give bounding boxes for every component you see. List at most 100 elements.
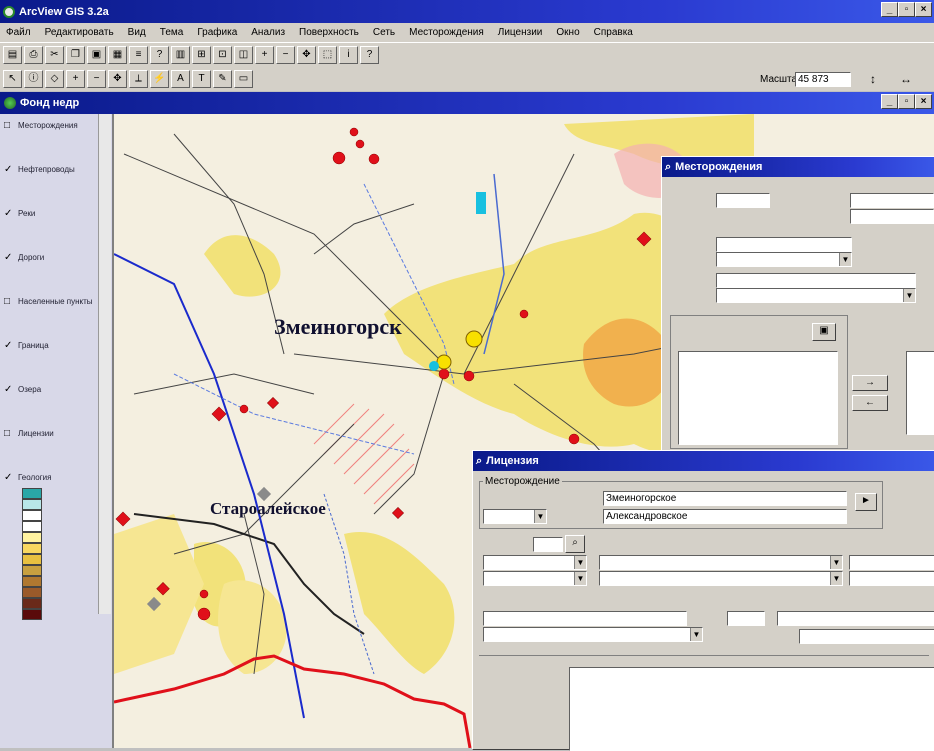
checkbox-unchecked-icon[interactable]: □ xyxy=(4,296,14,307)
toc-layer-item[interactable]: ✓ Реки xyxy=(4,208,35,219)
print-icon[interactable]: ⎙ xyxy=(24,46,43,64)
license-date-field[interactable] xyxy=(727,611,765,626)
deposit-name-field-2[interactable] xyxy=(850,209,934,224)
view-minimize-button[interactable]: _ xyxy=(881,94,898,109)
license-owner-field[interactable]: ▼ xyxy=(599,555,843,570)
deposit-type-field-2[interactable]: ▼ xyxy=(716,252,852,267)
deposit-type-field[interactable] xyxy=(716,237,852,252)
license-number-field[interactable] xyxy=(533,537,563,552)
pan-icon[interactable]: ✥ xyxy=(108,70,127,88)
cut-icon[interactable]: ✂ xyxy=(45,46,64,64)
maximize-button[interactable]: ▫ xyxy=(898,2,915,17)
info-icon[interactable]: i xyxy=(339,46,358,64)
paste-icon[interactable]: ▣ xyxy=(87,46,106,64)
text-icon[interactable]: T xyxy=(192,70,211,88)
menu-bar: Файл Редактировать Вид Тема Графика Анализ Пов… xyxy=(0,23,934,42)
close-button[interactable]: × xyxy=(915,2,932,17)
zoom-out-icon[interactable]: − xyxy=(276,46,295,64)
toc-layer-item[interactable]: □ Лицензии xyxy=(4,428,54,439)
menu-item[interactable]: Тема xyxy=(160,27,184,38)
deposit-code-field[interactable] xyxy=(716,193,770,208)
license-browse-button[interactable]: ► xyxy=(855,493,877,511)
zoom-out-icon[interactable]: − xyxy=(87,70,106,88)
license-org-field[interactable] xyxy=(483,611,687,626)
toc-layer-item[interactable]: ✓ Дороги xyxy=(4,252,44,263)
license-series-field[interactable]: ▼ xyxy=(483,555,587,570)
view-maximize-button[interactable]: ▫ xyxy=(898,94,915,109)
move-left-button[interactable]: ← xyxy=(852,395,888,411)
license-reserves-table[interactable] xyxy=(569,667,934,751)
deposit-owner-field-2[interactable]: ▼ xyxy=(716,288,916,303)
legend-icon[interactable]: ≡ xyxy=(129,46,148,64)
vertex-icon[interactable]: ◇ xyxy=(45,70,64,88)
toc-scrollbar[interactable] xyxy=(98,114,111,614)
license-date-field-2[interactable] xyxy=(777,611,934,626)
license-search-button[interactable]: ⌕ xyxy=(565,535,585,553)
toc-layer-item[interactable]: □ Месторождения xyxy=(4,120,78,131)
label-icon[interactable]: A xyxy=(171,70,190,88)
selected-objects-list[interactable] xyxy=(906,351,934,435)
checkbox-checked-icon[interactable]: ✓ xyxy=(4,208,14,219)
menu-item[interactable]: Справка xyxy=(594,27,633,38)
toc-layer-item[interactable]: ✓ Геология xyxy=(4,472,51,483)
scale-field[interactable]: 45 873 xyxy=(795,72,851,87)
license-code-field[interactable]: ▼ xyxy=(483,509,547,524)
deposit-name-field[interactable] xyxy=(850,193,934,208)
license-status-field[interactable] xyxy=(849,555,934,570)
toc-layer-item[interactable]: □ Населенные пункты xyxy=(4,296,93,307)
checkbox-checked-icon[interactable]: ✓ xyxy=(4,164,14,175)
zoom-theme-icon[interactable]: ⊡ xyxy=(213,46,232,64)
query-icon[interactable]: ? xyxy=(150,46,169,64)
license-deposit-group-label: Месторождение xyxy=(483,476,562,487)
select-feature-icon[interactable]: ▭ xyxy=(234,70,253,88)
chart-icon[interactable]: ▥ xyxy=(171,46,190,64)
table-icon[interactable]: ▦ xyxy=(108,46,127,64)
zoom-in-icon[interactable]: + xyxy=(66,70,85,88)
menu-item[interactable]: Окно xyxy=(556,27,579,38)
license-owner-field-2[interactable]: ▼ xyxy=(599,571,843,586)
copy-icon[interactable]: ❐ xyxy=(66,46,85,64)
menu-item[interactable]: Поверхность xyxy=(299,27,359,38)
identify-icon[interactable]: ⓘ xyxy=(24,70,43,88)
help-icon[interactable]: ? xyxy=(360,46,379,64)
menu-item[interactable]: Месторождения xyxy=(409,27,484,38)
deposit-owner-field[interactable] xyxy=(716,273,916,288)
license-org-field-2[interactable]: ▼ xyxy=(483,627,703,642)
zoom-in-icon[interactable]: + xyxy=(255,46,274,64)
zoom-extent-icon[interactable]: ⊞ xyxy=(192,46,211,64)
pointer-icon[interactable]: ↖ xyxy=(3,70,22,88)
deposit-add-button[interactable]: ▣ xyxy=(812,323,836,341)
toc-layer-item[interactable]: ✓ Озера xyxy=(4,384,41,395)
menu-item[interactable]: Лицензии xyxy=(498,27,543,38)
pan-icon[interactable]: ✥ xyxy=(297,46,316,64)
checkbox-checked-icon[interactable]: ✓ xyxy=(4,472,14,483)
checkbox-checked-icon[interactable]: ✓ xyxy=(4,384,14,395)
menu-item[interactable]: Редактировать xyxy=(45,27,114,38)
license-status-field-2[interactable] xyxy=(849,571,934,586)
draw-icon[interactable]: ✎ xyxy=(213,70,232,88)
menu-item[interactable]: Графика xyxy=(197,27,237,38)
toc-layer-item[interactable]: ✓ Граница xyxy=(4,340,49,351)
license-type-field[interactable]: ▼ xyxy=(483,571,587,586)
menu-item[interactable]: Анализ xyxy=(251,27,285,38)
zoom-select-icon[interactable]: ◫ xyxy=(234,46,253,64)
save-icon[interactable]: ▤ xyxy=(3,46,22,64)
menu-item[interactable]: Файл xyxy=(6,27,31,38)
toc-layer-item[interactable]: ✓ Нефтепроводы xyxy=(4,164,75,175)
checkbox-unchecked-icon[interactable]: □ xyxy=(4,120,14,131)
hotlink-icon[interactable]: ⚡ xyxy=(150,70,169,88)
select-icon[interactable]: ⬚ xyxy=(318,46,337,64)
move-right-button[interactable]: → xyxy=(852,375,888,391)
measure-icon[interactable]: ⟂ xyxy=(129,70,148,88)
view-close-button[interactable]: × xyxy=(915,94,932,109)
license-mineral-field[interactable] xyxy=(799,629,934,644)
checkbox-checked-icon[interactable]: ✓ xyxy=(4,252,14,263)
checkbox-checked-icon[interactable]: ✓ xyxy=(4,340,14,351)
menu-item[interactable]: Сеть xyxy=(373,27,395,38)
license-deposit-combo[interactable]: Змеиногорское xyxy=(603,491,847,506)
license-deposit-combo-2[interactable]: Александровское xyxy=(603,509,847,524)
deposit-objects-list[interactable] xyxy=(678,351,838,445)
checkbox-unchecked-icon[interactable]: □ xyxy=(4,428,14,439)
menu-item[interactable]: Вид xyxy=(128,27,146,38)
minimize-button[interactable]: _ xyxy=(881,2,898,17)
